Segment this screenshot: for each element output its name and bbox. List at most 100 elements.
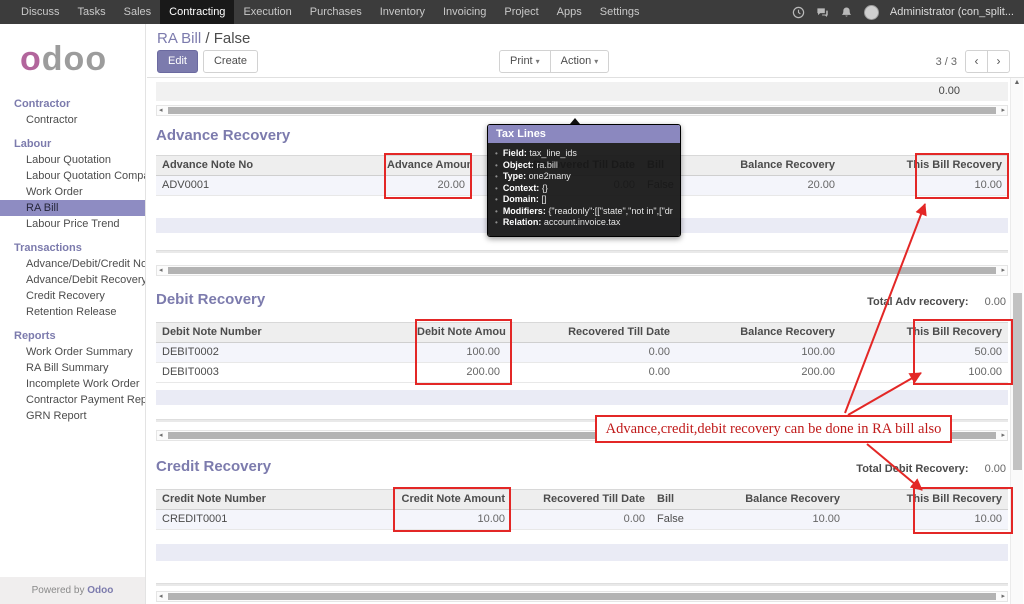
menu-apps[interactable]: Apps [548,0,591,24]
scroll-right-icon[interactable]: ▸ [1001,106,1005,116]
breadcrumb-separator: / [205,30,210,47]
scroll-up-icon[interactable]: ▲ [1011,79,1023,86]
section-separator [156,583,1008,586]
cell-recovered-till-date: 0.00 [648,366,670,378]
cell-this-bill-recovery: 50.00 [974,346,1002,358]
scrollbar-thumb[interactable] [1013,293,1022,470]
menu-discuss[interactable]: Discuss [12,0,69,24]
cell-balance-recovery: 200.00 [801,366,835,378]
sidebar-item-work-order-summary[interactable]: Work Order Summary [0,344,145,360]
menu-inventory[interactable]: Inventory [371,0,434,24]
debit-table-row[interactable]: DEBIT0003 200.00 0.00 200.00 100.00 [156,363,1008,383]
credit-recovery-table: Credit Note Number Credit Note Amount Re… [156,489,1008,530]
menu-contracting[interactable]: Contracting [160,0,235,24]
horizontal-scrollbar-4[interactable]: ◂ ▸ [156,591,1008,602]
menu-execution[interactable]: Execution [234,0,300,24]
user-menu[interactable]: Administrator (con_split... [890,6,1014,18]
edit-button[interactable]: Edit [157,50,198,73]
pager-previous-button[interactable]: ‹ [965,50,988,73]
debit-table-header: Debit Note Number Debit Note Amount Reco… [156,322,1008,343]
messages-icon[interactable] [816,6,829,19]
col-this-bill-recovery[interactable]: This Bill Recovery [841,156,1008,175]
cell-debit-note-amount: 100.00 [466,346,500,358]
sidebar-item-labour-quotation-comparison[interactable]: Labour Quotation Compari... [0,168,145,184]
print-label: Print [510,55,533,67]
pager-next-button[interactable]: › [987,50,1010,73]
col-credit-note-amount[interactable]: Credit Note Amount [391,490,511,509]
sidebar-item-retention-release[interactable]: Retention Release [0,304,145,320]
sidebar-item-grn-report[interactable]: GRN Report [0,408,145,424]
sidebar-item-contractor[interactable]: Contractor [0,112,145,128]
field-debug-tooltip: Tax Lines Field: tax_line_ids Object: ra… [487,124,681,237]
sidebar-item-work-order[interactable]: Work Order [0,184,145,200]
sidebar-section-transactions: Transactions [14,242,82,254]
scroll-right-icon[interactable]: ▸ [1001,266,1005,276]
scroll-left-icon[interactable]: ◂ [159,266,163,276]
cell-debit-note-number: DEBIT0002 [162,346,219,358]
menu-sales[interactable]: Sales [115,0,161,24]
sidebar-item-ra-bill[interactable]: RA Bill [0,200,145,216]
sidebar-item-labour-price-trend[interactable]: Labour Price Trend [0,216,145,232]
cell-credit-note-amount: 10.00 [477,513,505,525]
tooltip-prop-domain: Domain: [] [495,194,673,206]
sidebar-item-ra-bill-summary[interactable]: RA Bill Summary [0,360,145,376]
col-bill[interactable]: Bill [651,490,711,509]
menu-invoicing[interactable]: Invoicing [434,0,495,24]
powered-by-footer: Powered by Odoo [0,577,145,604]
scroll-right-icon[interactable]: ▸ [1001,592,1005,602]
horizontal-scrollbar-2[interactable]: ◂ ▸ [156,265,1008,276]
sidebar-item-labour-quotation[interactable]: Labour Quotation [0,152,145,168]
col-this-bill-recovery[interactable]: This Bill Recovery [846,490,1008,509]
tooltip-prop-context: Context: {} [495,183,673,195]
breadcrumb-current: False [213,30,251,47]
scrollbar-thumb[interactable] [168,267,996,274]
scroll-left-icon[interactable]: ◂ [159,592,163,602]
scroll-left-icon[interactable]: ◂ [159,431,163,441]
sidebar-item-advance-debit-credit-note[interactable]: Advance/Debit/Credit Note [0,256,145,272]
clock-icon[interactable] [792,6,805,19]
sidebar-section-labour: Labour [14,138,52,150]
empty-lavender-band [156,544,1008,561]
notifications-bell-icon[interactable] [840,6,853,19]
sidebar-item-incomplete-work-order[interactable]: Incomplete Work Order [0,376,145,392]
col-recovered-till-date[interactable]: Recovered Till Date [506,323,676,342]
credit-table-row[interactable]: CREDIT0001 10.00 0.00 False 10.00 10.00 [156,510,1008,530]
advance-recovery-title: Advance Recovery [156,127,291,144]
cell-this-bill-recovery: 10.00 [974,179,1002,191]
sidebar-item-credit-recovery[interactable]: Credit Recovery [0,288,145,304]
col-advance-amount[interactable]: Advance Amount [381,156,471,175]
col-debit-note-number[interactable]: Debit Note Number [156,323,411,342]
sidebar-item-advance-debit-recovery[interactable]: Advance/Debit Recovery [0,272,145,288]
action-dropdown-button[interactable]: Action ▾ [549,50,610,73]
user-avatar[interactable] [863,4,879,20]
create-button[interactable]: Create [202,50,258,73]
col-balance-recovery[interactable]: Balance Recovery [696,156,841,175]
col-balance-recovery[interactable]: Balance Recovery [676,323,841,342]
col-debit-note-amount[interactable]: Debit Note Amount [411,323,506,342]
menu-project[interactable]: Project [495,0,547,24]
horizontal-scrollbar-1[interactable]: ◂ ▸ [156,105,1008,116]
scroll-left-icon[interactable]: ◂ [159,106,163,116]
scrollbar-thumb[interactable] [168,593,996,600]
tooltip-title: Tax Lines [488,125,680,143]
print-dropdown-button[interactable]: Print ▾ [499,50,551,73]
menu-settings[interactable]: Settings [591,0,649,24]
scroll-right-icon[interactable]: ▸ [1001,431,1005,441]
sidebar-item-contractor-payment-report[interactable]: Contractor Payment Report [0,392,145,408]
menu-purchases[interactable]: Purchases [301,0,371,24]
col-balance-recovery[interactable]: Balance Recovery [711,490,846,509]
tooltip-prop-relation: Relation: account.invoice.tax [495,217,673,229]
menu-tasks[interactable]: Tasks [69,0,115,24]
vertical-scrollbar[interactable]: ▲ [1010,78,1023,604]
breadcrumb-ra-bill[interactable]: RA Bill [157,30,201,47]
odoo-footer-link[interactable]: Odoo [87,585,113,596]
col-credit-note-number[interactable]: Credit Note Number [156,490,391,509]
scrollbar-thumb[interactable] [168,107,996,114]
col-recovered-till-date[interactable]: Recovered Till Date [511,490,651,509]
pager: 3 / 3 ‹ › [936,50,1010,73]
debit-table-row[interactable]: DEBIT0002 100.00 0.00 100.00 50.00 [156,343,1008,363]
col-this-bill-recovery[interactable]: This Bill Recovery [841,323,1008,342]
col-advance-note-no[interactable]: Advance Note No [156,156,381,175]
sidebar: odoo Contractor Contractor Labour Labour… [0,24,146,604]
cell-advance-note-no: ADV0001 [162,179,210,191]
